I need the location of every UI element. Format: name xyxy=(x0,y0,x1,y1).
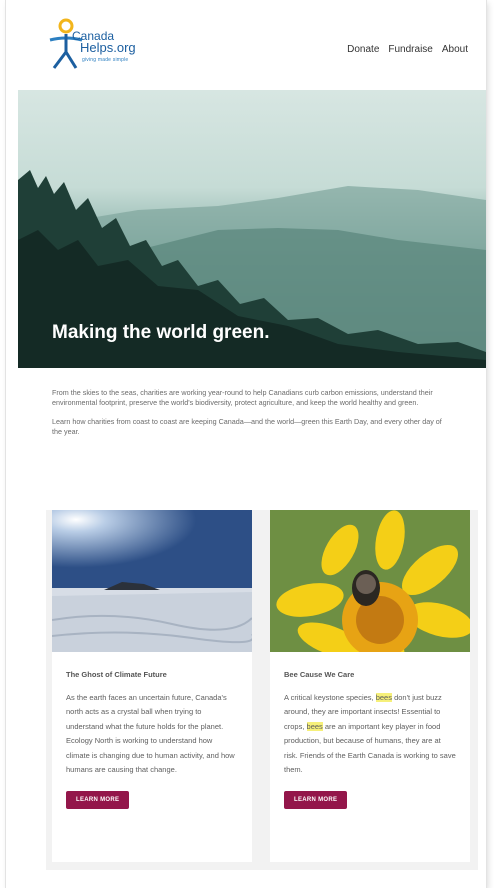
hero-banner: Making the world green. xyxy=(18,90,486,368)
learn-more-button-climate[interactable]: LEARN MORE xyxy=(66,791,130,810)
intro-text: From the skies to the seas, charities ar… xyxy=(6,368,486,436)
card-climate-body: The Ghost of Climate Future As the earth… xyxy=(52,652,252,862)
email-page: Canada Helps.org giving made simple Dona… xyxy=(6,0,486,888)
canadahelps-logo[interactable]: Canada Helps.org giving made simple xyxy=(46,18,156,72)
cards-section: The Ghost of Climate Future As the earth… xyxy=(46,510,478,870)
nav-about[interactable]: About xyxy=(442,44,468,55)
arctic-image xyxy=(52,510,252,652)
nav-fundraise[interactable]: Fundraise xyxy=(388,44,432,55)
card-bees-text: A critical keystone species, bees don't … xyxy=(284,691,456,777)
card-bees: Bee Cause We Care A critical keystone sp… xyxy=(270,510,470,862)
card-bees-title: Bee Cause We Care xyxy=(284,670,355,679)
header: Canada Helps.org giving made simple Dona… xyxy=(6,0,486,90)
card-climate: The Ghost of Climate Future As the earth… xyxy=(52,510,252,862)
learn-more-button-bees[interactable]: LEARN MORE xyxy=(284,791,348,810)
bee-flower-image xyxy=(270,510,470,652)
highlight-bees-2: bees xyxy=(306,721,323,731)
card-climate-title: The Ghost of Climate Future xyxy=(66,670,167,679)
intro-paragraph-2: Learn how charities from coast to coast … xyxy=(52,417,442,436)
intro-paragraph-1: From the skies to the seas, charities ar… xyxy=(52,388,433,407)
top-nav: Donate Fundraise About xyxy=(347,44,468,55)
logo-line2: Helps.org xyxy=(80,40,136,55)
bees-text-part-a: A critical keystone species, xyxy=(284,693,374,702)
card-climate-text: As the earth faces an uncertain future, … xyxy=(66,693,235,775)
hero-title: Making the world green. xyxy=(52,322,270,343)
card-bees-body: Bee Cause We Care A critical keystone sp… xyxy=(270,652,470,862)
logo-tagline: giving made simple xyxy=(82,57,129,63)
highlight-bees-1: bees xyxy=(375,693,392,702)
nav-donate[interactable]: Donate xyxy=(347,44,379,55)
